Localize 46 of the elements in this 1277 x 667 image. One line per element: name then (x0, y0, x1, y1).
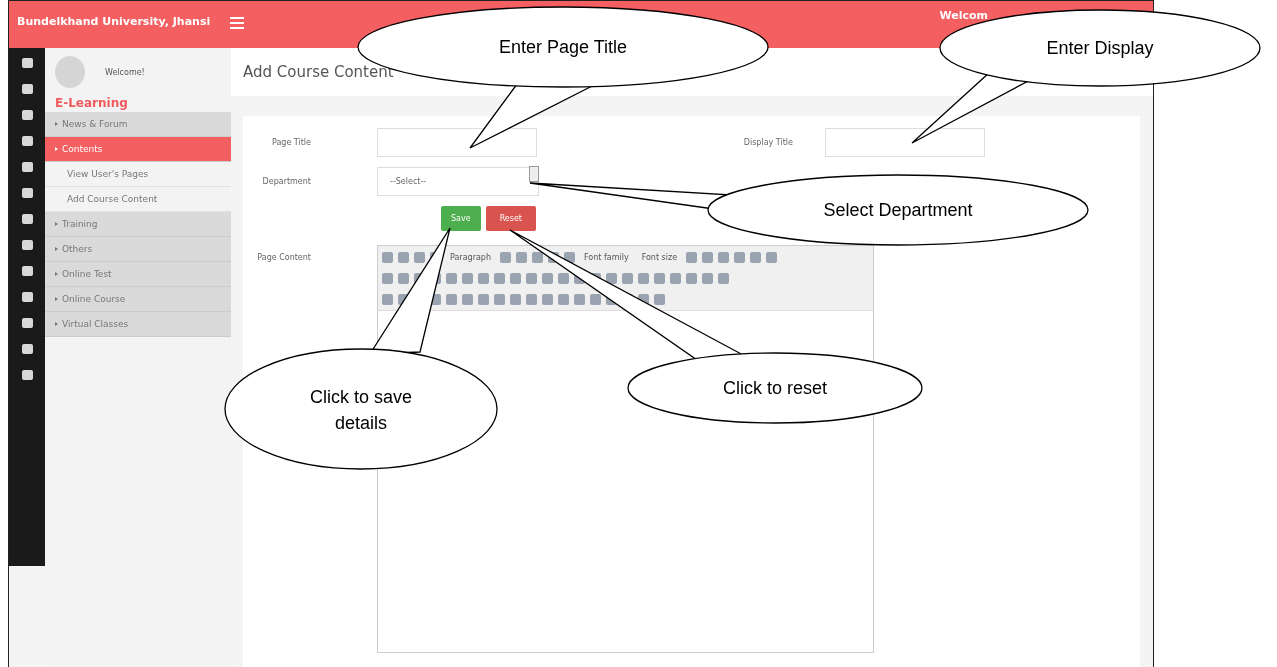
nav-icon[interactable] (21, 214, 33, 224)
nav-icon[interactable] (21, 84, 33, 94)
site-title: Bundelkhand University, Jhansi (17, 15, 211, 28)
nav-icon[interactable] (21, 266, 33, 276)
nav-icon[interactable] (21, 370, 33, 380)
nav-icon[interactable] (21, 110, 33, 120)
callout-text: Click to reset (723, 378, 827, 398)
nav-icon[interactable] (21, 136, 33, 146)
sidebar-item[interactable]: Others (45, 237, 231, 262)
page-title: Add Course Content (243, 63, 394, 81)
callout-text: Enter Display (1046, 38, 1154, 58)
section-title: E-Learning (54, 95, 129, 112)
sidebar-item[interactable]: Online Test (45, 262, 231, 287)
input-field[interactable] (377, 128, 537, 157)
select-field[interactable]: --Select-- (377, 167, 539, 196)
toolbar-icon[interactable] (532, 251, 543, 263)
field-label: Page Title (270, 138, 312, 147)
nav-icon[interactable] (21, 162, 33, 172)
sidebar-item[interactable]: Virtual Classes (45, 312, 231, 337)
user-greeting: Welcome! (105, 67, 145, 77)
sidebar-item[interactable]: Contents (45, 137, 231, 162)
menu-icon[interactable] (230, 17, 245, 29)
font-size-dropdown[interactable]: Font size (637, 252, 682, 262)
format-dropdown[interactable]: Paragraph (446, 252, 495, 262)
toolbar-icon[interactable] (606, 272, 617, 284)
nav-icon[interactable] (21, 344, 33, 354)
nav-icon[interactable] (21, 318, 33, 328)
field-label: Display Title (742, 138, 794, 147)
callout-text: Enter Page Title (498, 37, 628, 57)
callout-text: Click to save details (310, 387, 412, 433)
field-label: Page Content (256, 252, 312, 262)
sidebar-item[interactable]: Online Course (45, 287, 231, 312)
save-button[interactable]: Save (441, 206, 481, 231)
welcome-text: Welcom (939, 9, 988, 22)
sidebar-item[interactable]: News & Forum (45, 112, 231, 137)
font-family-dropdown[interactable]: Font family (580, 252, 633, 262)
field-label: Department (261, 177, 312, 186)
sidebar-item[interactable]: Training (45, 212, 231, 237)
avatar-icon (55, 56, 85, 88)
reset-button[interactable]: Reset (485, 206, 536, 231)
nav-icon[interactable] (21, 58, 33, 68)
nav-icon[interactable] (21, 188, 33, 198)
callout-text: Select Department (823, 200, 973, 220)
input-field[interactable] (825, 128, 985, 157)
nav-icon[interactable] (21, 240, 33, 250)
nav-icon[interactable] (21, 292, 33, 302)
